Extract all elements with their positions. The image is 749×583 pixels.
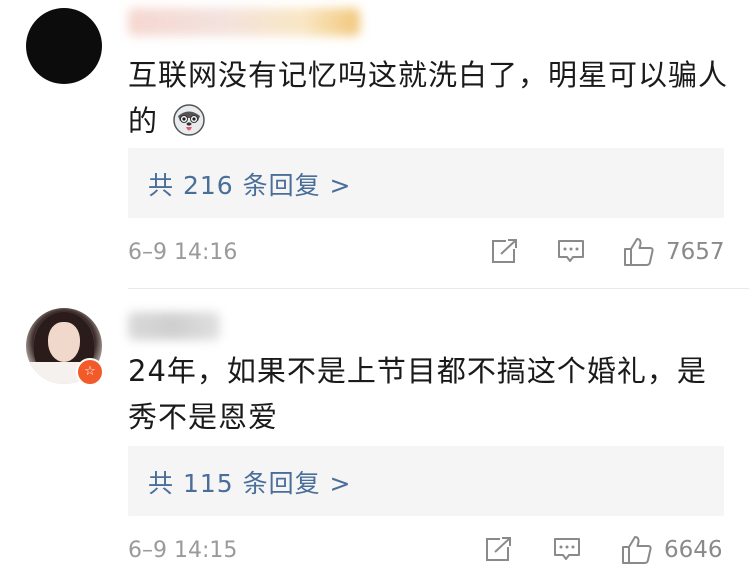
comment-icon (554, 538, 580, 560)
comment-item: 互联网没有记忆吗这就洗白了，明星可以骗人的 共 216 条回复 > 6–9 14… (0, 0, 749, 290)
user-avatar[interactable] (26, 8, 102, 84)
like-button[interactable]: 6646 (620, 534, 724, 568)
view-replies-link[interactable]: 共 115 条回复 > (148, 464, 352, 500)
comment-divider (128, 288, 749, 289)
thumbs-up-icon (624, 238, 654, 266)
share-button[interactable] (484, 534, 514, 568)
comment-body: 互联网没有记忆吗这就洗白了，明星可以骗人的 (128, 58, 729, 138)
like-count: 7657 (666, 239, 725, 265)
comment-body: 24年，如果不是上节目都不搞这个婚礼，是秀不是恩爱 (128, 354, 707, 434)
comment-item: ☆ 24年，如果不是上节目都不搞这个婚礼，是秀不是恩爱 共 115 条回复 > … (0, 290, 749, 583)
username-blurred[interactable] (128, 8, 360, 36)
husky-tongue-emoji-icon (172, 103, 206, 137)
comment-meta-row: 6–9 14:15 6646 (128, 534, 724, 568)
comment-timestamp: 6–9 14:15 (128, 538, 238, 563)
replies-box[interactable]: 共 216 条回复 > (128, 148, 724, 218)
comment-text: 24年，如果不是上节目都不搞这个婚礼，是秀不是恩爱 (128, 348, 728, 440)
share-button[interactable] (490, 236, 520, 270)
comment-text: 互联网没有记忆吗这就洗白了，明星可以骗人的 (128, 52, 728, 144)
comment-meta-row: 6–9 14:16 7657 (128, 236, 725, 270)
reply-button[interactable] (552, 534, 582, 568)
share-icon (492, 238, 518, 263)
share-icon (486, 536, 512, 561)
comment-icon (558, 240, 584, 262)
reply-button[interactable] (556, 236, 586, 270)
comment-timestamp: 6–9 14:16 (128, 240, 238, 265)
like-button[interactable]: 7657 (622, 236, 725, 270)
thumbs-up-icon (622, 536, 652, 564)
view-replies-link[interactable]: 共 216 条回复 > (148, 166, 352, 202)
user-avatar[interactable]: ☆ (26, 308, 104, 386)
username-blurred[interactable] (128, 312, 220, 340)
like-count: 6646 (664, 537, 723, 563)
verified-badge-icon: ☆ (76, 358, 104, 386)
replies-box[interactable]: 共 115 条回复 > (128, 446, 724, 516)
